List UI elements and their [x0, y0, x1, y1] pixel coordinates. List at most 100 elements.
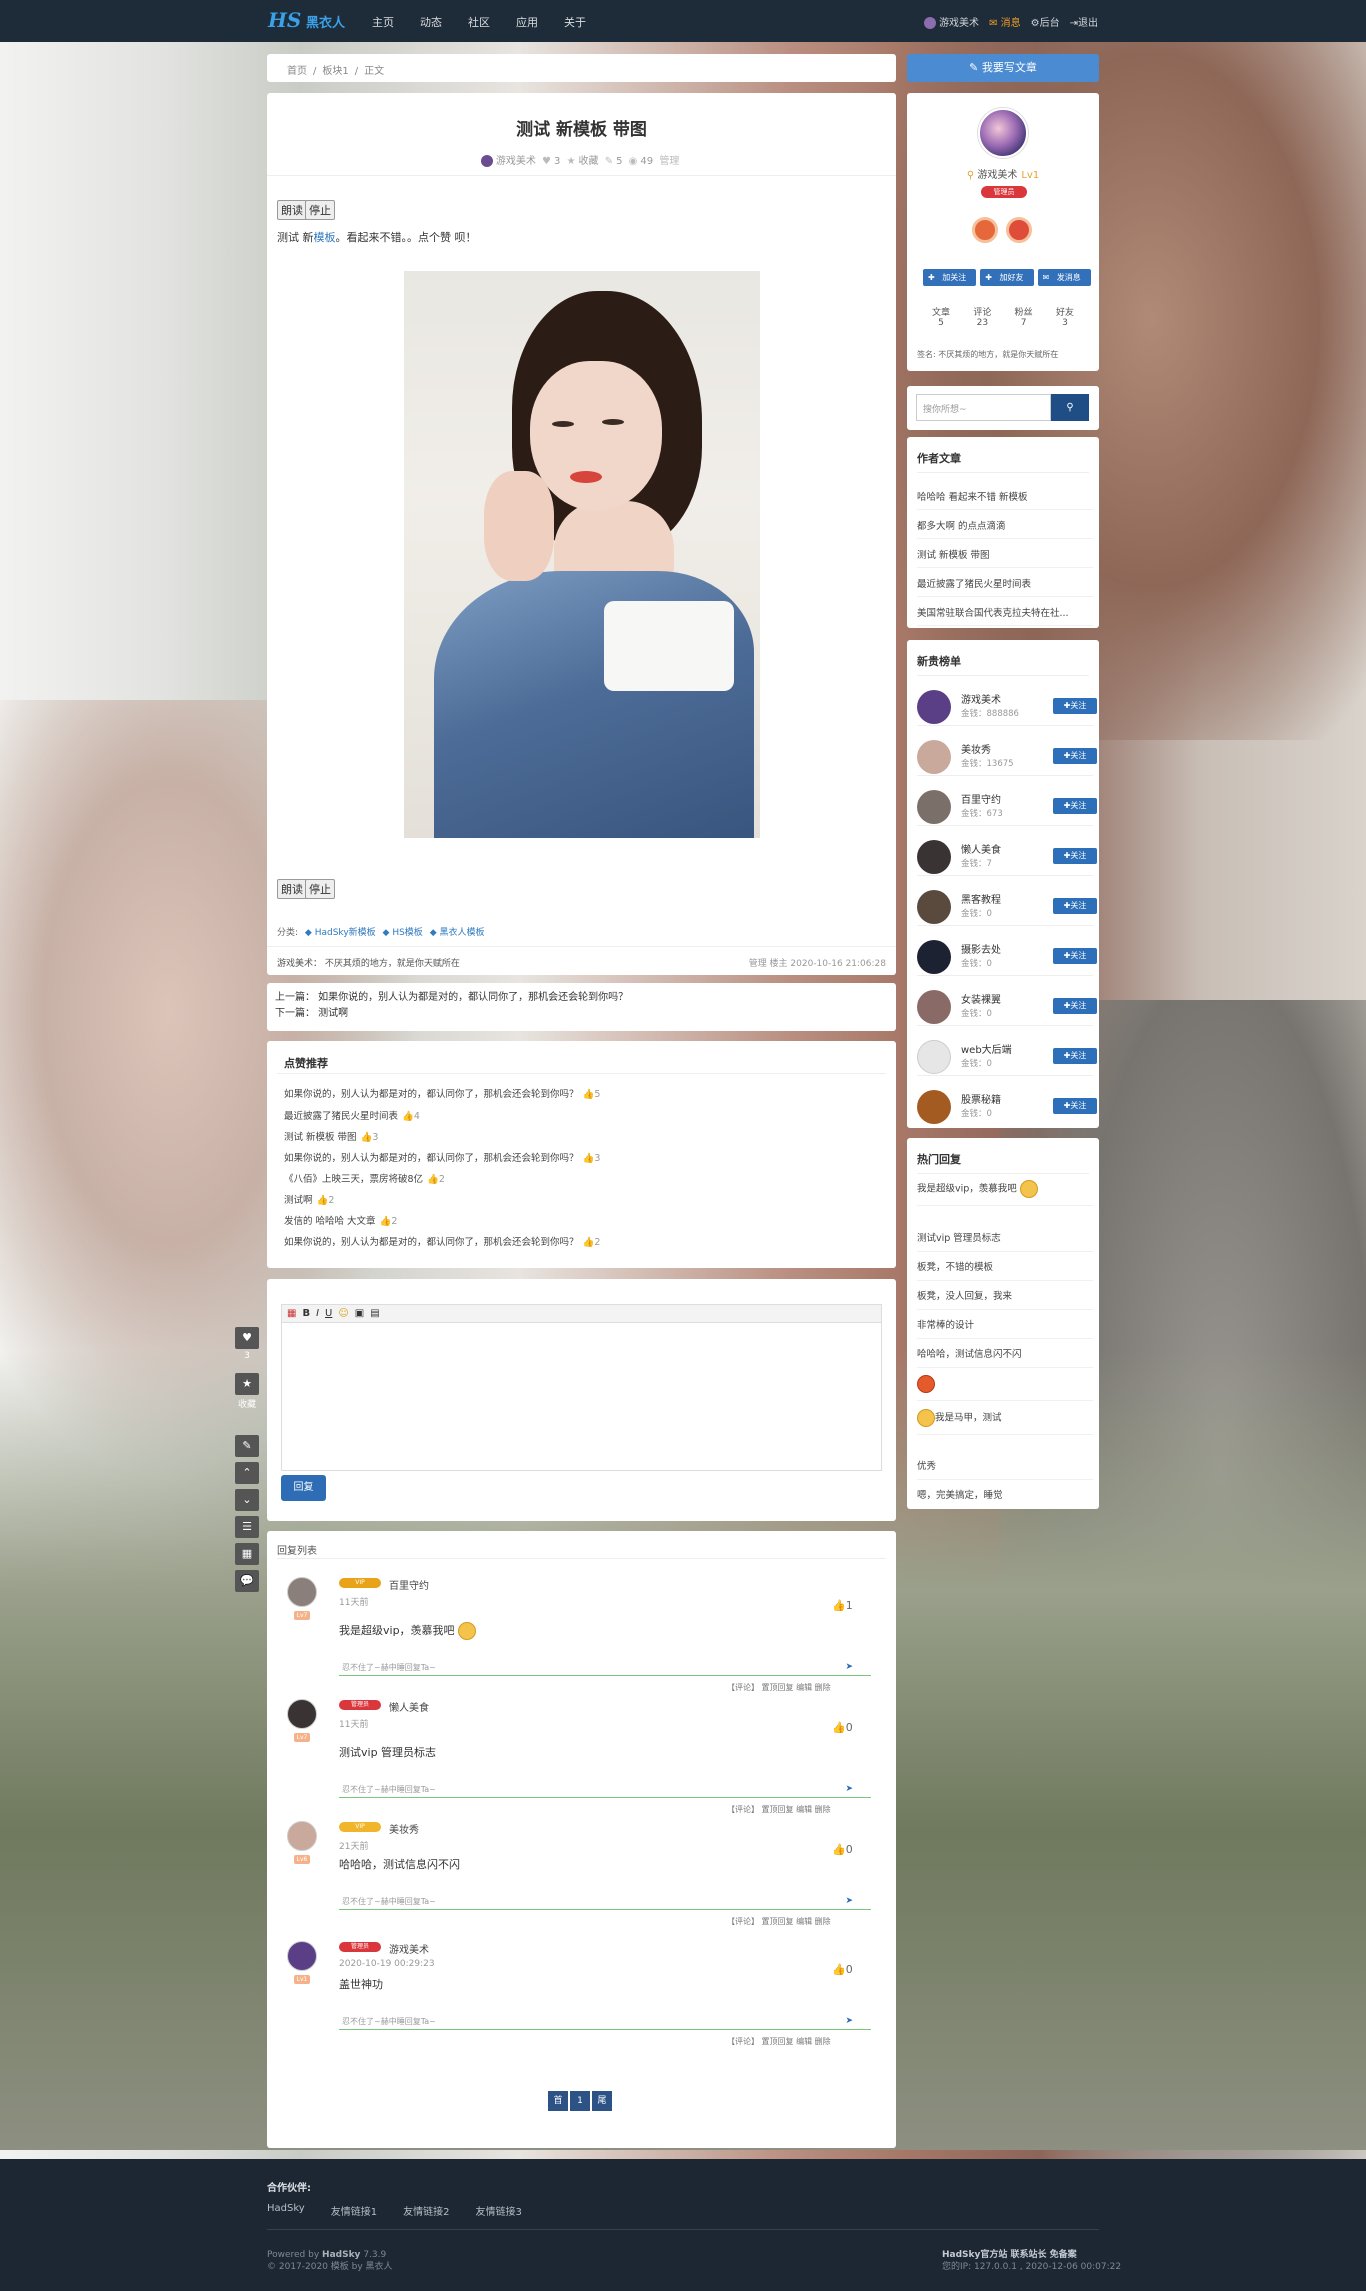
- page-first-button[interactable]: 首: [548, 2091, 568, 2111]
- reply-author[interactable]: 美妆秀: [389, 1821, 419, 1836]
- stat-friends[interactable]: 好友 3: [1045, 305, 1085, 328]
- avatar[interactable]: [917, 840, 951, 874]
- post-link[interactable]: 模板: [314, 231, 336, 244]
- avatar[interactable]: [917, 1040, 951, 1074]
- nav-item-activity[interactable]: 动态: [420, 14, 442, 30]
- follow-button[interactable]: ✚关注: [1053, 998, 1097, 1014]
- send-message-button[interactable]: ✉ 发消息: [1037, 269, 1091, 286]
- read-aloud-button[interactable]: 朗读: [277, 200, 307, 220]
- recommend-item[interactable]: 如果你说的，别人认为都是对的，都认同你了，那机会还会轮到你吗？ 👍2: [284, 1234, 600, 1248]
- hot-reply-link[interactable]: 嗯，完美搞定，睡觉: [917, 1487, 1093, 1508]
- list-icon[interactable]: ☰: [235, 1516, 259, 1538]
- like-button[interactable]: 👍0: [832, 1963, 853, 1976]
- reply-author[interactable]: 懒人美食: [389, 1699, 429, 1714]
- search-input[interactable]: 搜你所想~: [916, 394, 1051, 421]
- site-logo-text[interactable]: 黑衣人: [306, 12, 345, 31]
- nav-item-apps[interactable]: 应用: [516, 14, 538, 30]
- avatar[interactable]: [978, 108, 1028, 158]
- avatar[interactable]: [917, 690, 951, 724]
- follow-button[interactable]: ✚关注: [1053, 798, 1097, 814]
- stat-comments[interactable]: 评论 23: [962, 305, 1002, 328]
- breadcrumb-home[interactable]: 首页: [287, 66, 307, 77]
- send-icon[interactable]: ➤: [845, 1896, 853, 1906]
- sub-reply-input[interactable]: 忍不住了~赫中睡回复Ta~ ➤: [339, 1896, 871, 1910]
- avatar[interactable]: [917, 940, 951, 974]
- admin-link[interactable]: ⚙后台: [1031, 14, 1060, 29]
- hot-reply-link[interactable]: 非常棒的设计: [917, 1317, 1093, 1339]
- hot-reply-link[interactable]: 板凳，没人回复，我来: [917, 1288, 1093, 1310]
- ranking-name[interactable]: 股票秘籍: [961, 1091, 1001, 1106]
- reply-submit-button[interactable]: 回复: [281, 1475, 326, 1501]
- nav-item-home[interactable]: 主页: [372, 14, 394, 30]
- user-link[interactable]: 游戏美术: [924, 14, 979, 29]
- code-icon[interactable]: ▦: [287, 1308, 296, 1319]
- partner-link[interactable]: 友情链接1: [331, 2203, 377, 2218]
- avatar[interactable]: [287, 1699, 317, 1729]
- author-post-link[interactable]: 最近披露了猪民火星时间表: [917, 576, 1093, 597]
- read-aloud-button[interactable]: 朗读: [277, 879, 307, 899]
- follow-button[interactable]: ✚关注: [1053, 1098, 1097, 1114]
- powered-name-link[interactable]: HadSky: [322, 2250, 360, 2260]
- collect-label[interactable]: 收藏: [579, 156, 599, 167]
- heart-icon[interactable]: ♥: [542, 156, 551, 167]
- recommend-item[interactable]: 如果你说的，别人认为都是对的，都认同你了，那机会还会轮到你吗？ 👍5: [284, 1086, 600, 1100]
- logout-link[interactable]: ⇥退出: [1070, 14, 1098, 29]
- hot-reply-link[interactable]: 优秀: [917, 1458, 1093, 1480]
- ranking-name[interactable]: 摄影去处: [961, 941, 1001, 956]
- tag-link[interactable]: ◆ HS模板: [383, 928, 423, 938]
- manage-link[interactable]: 管理: [659, 152, 679, 167]
- author-avatar[interactable]: [480, 155, 493, 167]
- reply-editor[interactable]: ▦ B I U ☺ ▣ ▤: [281, 1304, 882, 1471]
- recommend-item[interactable]: 如果你说的，别人认为都是对的，都认同你了，那机会还会轮到你吗？ 👍3: [284, 1150, 600, 1164]
- avatar[interactable]: [917, 990, 951, 1024]
- partner-link[interactable]: HadSky: [267, 2203, 305, 2218]
- follow-button[interactable]: ✚关注: [1053, 1048, 1097, 1064]
- send-icon[interactable]: ➤: [845, 2016, 853, 2026]
- follow-button[interactable]: ✚关注: [1053, 898, 1097, 914]
- nav-item-about[interactable]: 关于: [564, 14, 586, 30]
- hot-reply-link[interactable]: 我是超级vip，羡慕我吧: [917, 1180, 1093, 1206]
- send-icon[interactable]: ➤: [845, 1662, 853, 1672]
- partner-link[interactable]: 友情链接2: [403, 2203, 449, 2218]
- follow-button[interactable]: ✚关注: [1053, 848, 1097, 864]
- star-icon[interactable]: ★: [235, 1373, 259, 1395]
- reply-actions[interactable]: 【评论】 置顶回复 编辑 删除: [727, 1682, 831, 1693]
- reply-author[interactable]: 百里守约: [389, 1577, 429, 1592]
- sub-reply-input[interactable]: 忍不住了~赫中睡回复Ta~ ➤: [339, 1662, 871, 1676]
- author-post-link[interactable]: 测试 新模板 带图: [917, 547, 1093, 568]
- star-icon[interactable]: ★: [567, 156, 576, 167]
- ranking-name[interactable]: 懒人美食: [961, 841, 1001, 856]
- follow-button[interactable]: ✚关注: [1053, 698, 1097, 714]
- tag-link[interactable]: ◆ 黑衣人模板: [430, 928, 485, 938]
- chevron-down-icon[interactable]: ⌄: [235, 1489, 259, 1511]
- recommend-item[interactable]: 测试 新模板 带图 👍3: [284, 1129, 378, 1143]
- ranking-name[interactable]: 百里守约: [961, 791, 1001, 806]
- chevron-up-icon[interactable]: ⌃: [235, 1462, 259, 1484]
- site-logo-mark[interactable]: HS: [268, 8, 301, 32]
- messages-link[interactable]: ✉ 消息: [989, 14, 1021, 29]
- page-number-button[interactable]: 1: [570, 2091, 590, 2111]
- file-button[interactable]: ▤: [370, 1308, 379, 1319]
- author-post-link[interactable]: 哈哈哈 看起来不错 新模板: [917, 489, 1093, 510]
- stat-fans[interactable]: 粉丝 7: [1004, 305, 1044, 328]
- ranking-name[interactable]: 游戏美术: [961, 691, 1001, 706]
- heart-icon[interactable]: ♥: [235, 1327, 259, 1349]
- ranking-name[interactable]: 女装裸翼: [961, 991, 1001, 1006]
- ranking-name[interactable]: 黑客教程: [961, 891, 1001, 906]
- next-post-link[interactable]: 下一篇： 测试啊: [275, 1006, 888, 1022]
- qrcode-icon[interactable]: ▦: [235, 1543, 259, 1565]
- follow-button[interactable]: ✚关注: [1053, 948, 1097, 964]
- reply-actions[interactable]: 【评论】 置顶回复 编辑 删除: [727, 1804, 831, 1815]
- underline-button[interactable]: U: [325, 1308, 332, 1319]
- page-last-button[interactable]: 尾: [592, 2091, 612, 2111]
- hot-reply-link[interactable]: 我是马甲，测试: [917, 1409, 1093, 1435]
- edit-icon[interactable]: ✎: [235, 1435, 259, 1457]
- stat-articles[interactable]: 文章 5: [921, 305, 961, 328]
- stop-button[interactable]: 停止: [305, 200, 335, 220]
- recommend-item[interactable]: 最近披露了猪民火星时间表 👍4: [284, 1108, 420, 1122]
- recommend-item[interactable]: 发信的 哈哈哈 大文章 👍2: [284, 1213, 397, 1227]
- sub-reply-input[interactable]: 忍不住了~赫中睡回复Ta~ ➤: [339, 2016, 871, 2030]
- avatar[interactable]: [917, 890, 951, 924]
- write-article-button[interactable]: ✎ 我要写文章: [907, 54, 1099, 82]
- ranking-name[interactable]: web大后端: [961, 1041, 1012, 1056]
